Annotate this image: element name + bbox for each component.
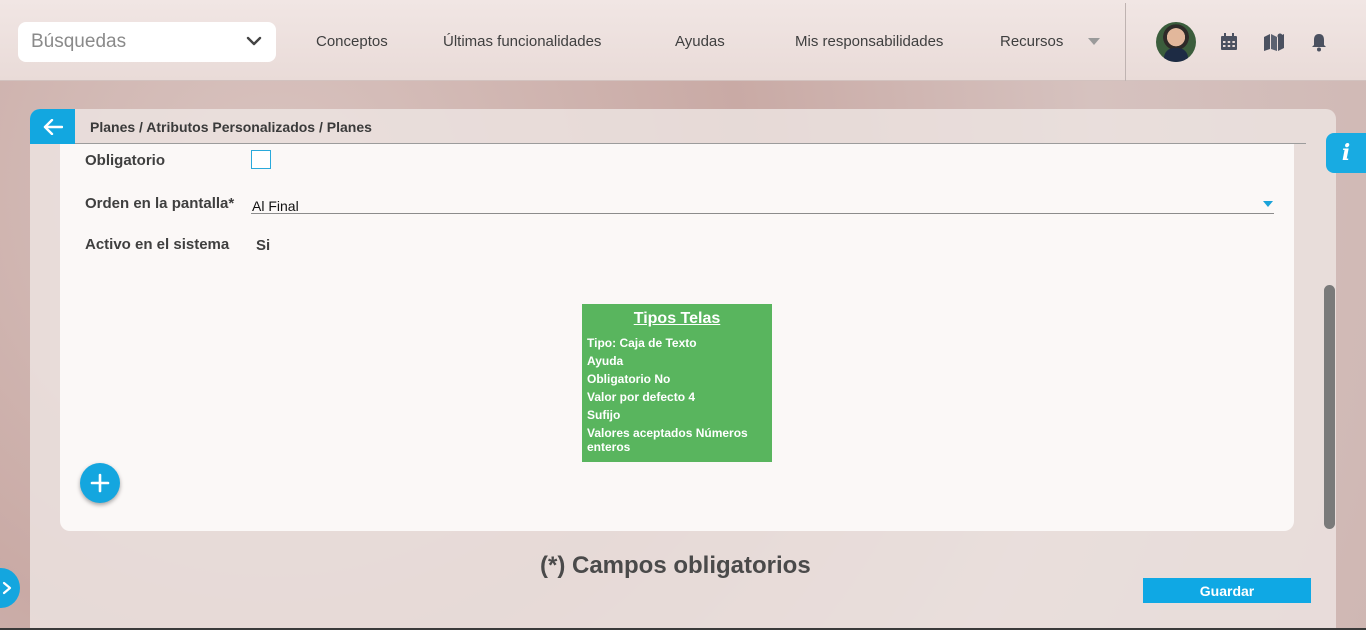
save-button[interactable]: Guardar (1143, 578, 1311, 603)
nav-ultimas-funcionalidades[interactable]: Últimas funcionalidades (443, 33, 601, 50)
preview-line: Tipo: Caja de Texto (587, 336, 697, 350)
obligatorio-checkbox[interactable] (251, 150, 271, 169)
chevron-right-icon (2, 581, 12, 595)
preview-line: Ayuda (587, 354, 624, 368)
plus-icon (90, 473, 110, 493)
nav-conceptos[interactable]: Conceptos (316, 33, 388, 50)
nav-ayudas[interactable]: Ayudas (675, 33, 725, 50)
attribute-preview-card: Tipos Telas Tipo: Caja de Texto Ayuda Ob… (582, 304, 772, 462)
scrollbar-thumb[interactable] (1324, 285, 1335, 529)
dropdown-caret-icon[interactable] (1263, 201, 1273, 207)
info-icon[interactable]: i (1326, 133, 1366, 173)
obligatorio-label: Obligatorio (85, 152, 165, 169)
required-fields-note: (*) Campos obligatorios (540, 552, 811, 579)
preview-line: Sufijo (587, 408, 621, 422)
activo-label: Activo en el sistema (85, 236, 230, 253)
preview-line: Valor por defecto 4 (587, 390, 696, 404)
nav-recursos[interactable]: Recursos (1000, 33, 1063, 50)
orden-select-underline (251, 213, 1274, 214)
recursos-caret-icon[interactable] (1088, 38, 1100, 45)
chevron-down-icon[interactable] (246, 33, 262, 49)
orden-label: Orden en la pantalla* (85, 195, 235, 212)
activo-value: Si (256, 237, 271, 254)
breadcrumb: Planes / Atributos Personalizados / Plan… (90, 119, 372, 135)
nav-mis-responsabilidades[interactable]: Mis responsabilidades (795, 33, 943, 50)
avatar[interactable] (1156, 22, 1196, 62)
bell-icon[interactable] (1309, 32, 1329, 52)
preview-title: Tipos Telas (633, 310, 721, 327)
top-bar: Búsquedas Conceptos Últimas funcionalida… (0, 0, 1366, 81)
header-divider (1125, 3, 1126, 81)
search-value: Búsquedas (31, 31, 127, 52)
side-panel-toggle[interactable] (0, 568, 20, 608)
preview-line: Obligatorio No (587, 372, 671, 386)
orden-select[interactable]: Al Final (252, 198, 299, 214)
map-icon[interactable] (1263, 32, 1285, 52)
preview-line: Valores aceptados Números enteros (587, 426, 748, 454)
arrow-left-icon (43, 118, 63, 135)
add-button[interactable] (80, 463, 120, 503)
back-button[interactable] (30, 109, 75, 144)
search-dropdown[interactable]: Búsquedas (18, 22, 276, 62)
calendar-icon[interactable] (1219, 32, 1239, 52)
